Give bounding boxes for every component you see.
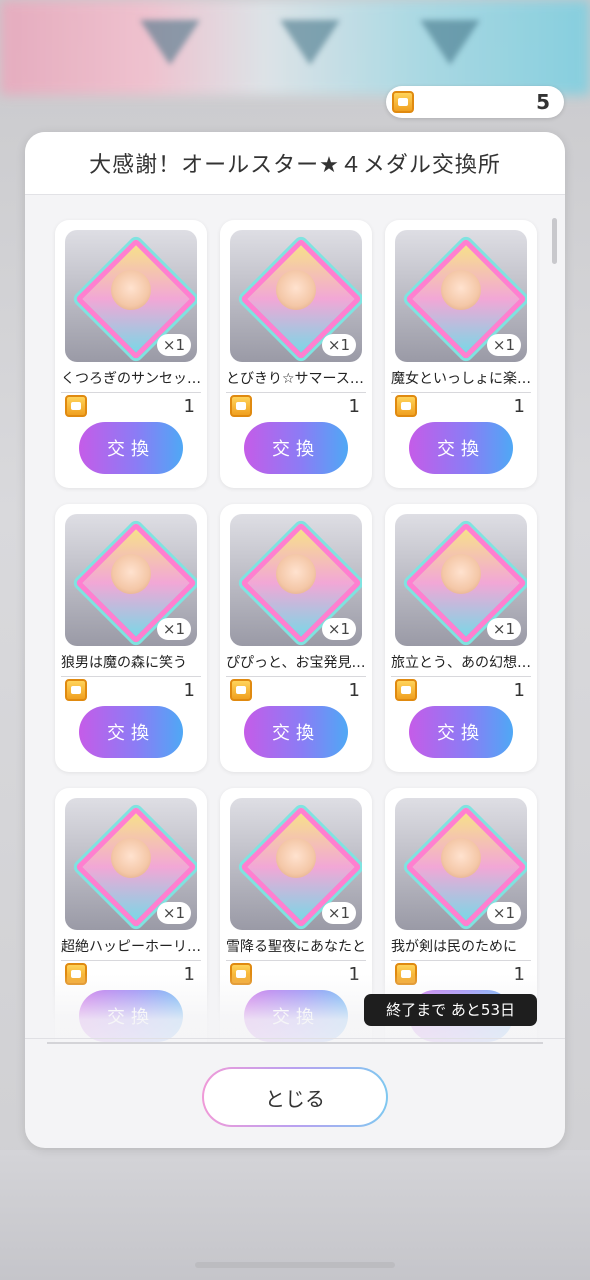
item-name: くつろぎのサンセットブ…	[61, 368, 201, 393]
quantity-badge: ×1	[486, 334, 521, 356]
medal-counter: 5	[386, 86, 564, 118]
background-decoration	[420, 20, 480, 65]
medal-count: 5	[536, 90, 550, 114]
medal-ticket-icon	[230, 679, 252, 701]
cost-row: 1	[395, 394, 525, 418]
quantity-badge: ×1	[156, 334, 191, 356]
quantity-badge: ×1	[321, 902, 356, 924]
character-portrait	[276, 554, 316, 594]
exchange-button[interactable]: 交換	[79, 422, 183, 474]
fade-divider	[25, 1038, 565, 1039]
close-button[interactable]: とじる	[202, 1067, 388, 1127]
item-grid: ×1 くつろぎのサンセットブ… 1 交換 ×1 とびきり☆サマースプラ… 1 交…	[25, 194, 565, 1042]
cost-value: 1	[513, 395, 525, 417]
card-thumbnail[interactable]: ×1	[65, 230, 197, 362]
character-portrait	[276, 270, 316, 310]
item-name: 我が剣は民のために	[391, 936, 531, 961]
character-portrait	[276, 838, 316, 878]
character-portrait	[441, 554, 481, 594]
quantity-badge: ×1	[486, 618, 521, 640]
quantity-badge: ×1	[156, 902, 191, 924]
quantity-badge: ×1	[321, 334, 356, 356]
card-thumbnail[interactable]: ×1	[230, 514, 362, 646]
home-indicator[interactable]	[195, 1262, 395, 1268]
exchange-item-card[interactable]: ×1 魔女といっしょに楽しも… 1 交換	[385, 220, 537, 488]
item-name: 旅立とう、あの幻想の大…	[391, 652, 531, 677]
card-thumbnail[interactable]: ×1	[65, 798, 197, 930]
character-portrait	[111, 270, 151, 310]
exchange-item-card[interactable]: ×1 狼男は魔の森に笑う 1 交換	[55, 504, 207, 772]
character-portrait	[441, 270, 481, 310]
background-decoration	[140, 20, 200, 65]
deadline-badge: 終了まで あと53日	[364, 994, 537, 1026]
card-thumbnail[interactable]: ×1	[395, 798, 527, 930]
cost-value: 1	[513, 679, 525, 701]
medal-ticket-icon	[230, 395, 252, 417]
card-thumbnail[interactable]: ×1	[230, 230, 362, 362]
cost-value: 1	[183, 395, 195, 417]
exchange-button[interactable]: 交換	[244, 422, 348, 474]
cost-row: 1	[65, 678, 195, 702]
cost-row: 1	[395, 678, 525, 702]
cost-row: 1	[230, 394, 360, 418]
character-portrait	[111, 554, 151, 594]
card-thumbnail[interactable]: ×1	[230, 798, 362, 930]
card-thumbnail[interactable]: ×1	[395, 230, 527, 362]
exchange-dialog: 大感謝！オールスター★４メダル交換所 ×1 くつろぎのサンセットブ… 1 交換 …	[25, 132, 565, 1148]
item-name: 超絶ハッピーホーリーナ…	[61, 936, 201, 961]
cost-value: 1	[183, 679, 195, 701]
exchange-button[interactable]: 交換	[244, 706, 348, 758]
item-name: ぴぴっと、お宝発見です…	[226, 652, 366, 677]
exchange-button[interactable]: 交換	[409, 422, 513, 474]
medal-ticket-icon	[65, 679, 87, 701]
quantity-badge: ×1	[486, 902, 521, 924]
medal-ticket-icon	[65, 395, 87, 417]
cost-value: 1	[348, 395, 360, 417]
item-name: 狼男は魔の森に笑う	[61, 652, 201, 677]
exchange-item-card[interactable]: ×1 旅立とう、あの幻想の大… 1 交換	[385, 504, 537, 772]
exchange-button[interactable]: 交換	[409, 706, 513, 758]
item-name: とびきり☆サマースプラ…	[226, 368, 366, 393]
character-portrait	[441, 838, 481, 878]
exchange-item-card[interactable]: ×1 ぴぴっと、お宝発見です… 1 交換	[220, 504, 372, 772]
character-portrait	[111, 838, 151, 878]
dialog-header: 大感謝！オールスター★４メダル交換所	[25, 132, 565, 195]
quantity-badge: ×1	[156, 618, 191, 640]
card-thumbnail[interactable]: ×1	[395, 514, 527, 646]
cost-value: 1	[348, 679, 360, 701]
cost-row: 1	[230, 678, 360, 702]
dialog-title: 大感謝！オールスター★４メダル交換所	[89, 153, 501, 178]
item-name: 雪降る聖夜にあなたと	[226, 936, 366, 961]
cost-row: 1	[65, 394, 195, 418]
quantity-badge: ×1	[321, 618, 356, 640]
medal-ticket-icon	[392, 91, 414, 113]
exchange-item-card[interactable]: ×1 とびきり☆サマースプラ… 1 交換	[220, 220, 372, 488]
background-decoration	[280, 20, 340, 65]
exchange-item-card[interactable]: ×1 くつろぎのサンセットブ… 1 交換	[55, 220, 207, 488]
medal-ticket-icon	[395, 395, 417, 417]
medal-ticket-icon	[395, 679, 417, 701]
background-footer	[0, 1150, 590, 1280]
card-thumbnail[interactable]: ×1	[65, 514, 197, 646]
exchange-button[interactable]: 交換	[79, 706, 183, 758]
item-name: 魔女といっしょに楽しも…	[391, 368, 531, 393]
footer-divider	[47, 1042, 543, 1044]
